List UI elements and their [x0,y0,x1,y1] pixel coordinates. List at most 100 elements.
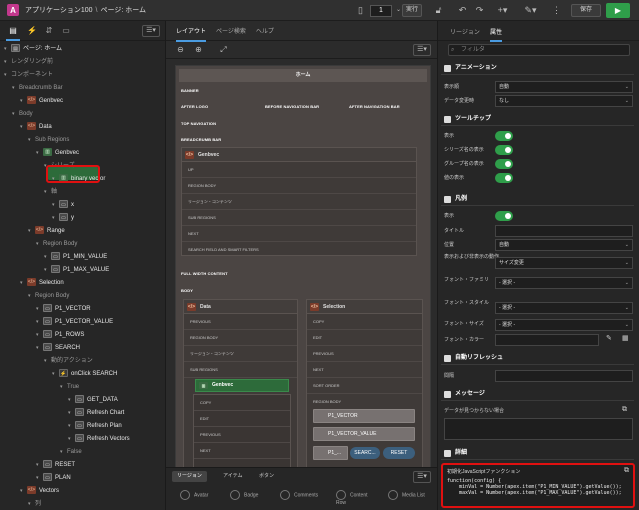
legend-show-toggle[interactable] [495,211,513,221]
expand-icon[interactable]: ▾ [68,420,75,433]
tree-node[interactable]: ▾ </> Range [28,225,65,238]
tab-layout[interactable]: レイアウト [176,26,207,42]
property-filter-input[interactable]: ⌕ フィルタ [448,44,630,56]
tooltip-show-toggle[interactable] [495,131,513,141]
section-autorefresh[interactable]: 自動リフレッシュ [441,352,634,365]
expand-icon[interactable]: ▾ [44,264,51,277]
section-animation[interactable]: アニメーション [441,62,634,75]
expand-icon[interactable]: ▾ [60,381,67,394]
tree-node[interactable]: ▾ ▭ y [52,212,74,225]
tooltip-value-toggle[interactable] [495,173,513,183]
tree-node[interactable]: ▾ ▭ P1_VECTOR [36,303,91,316]
dynamic-actions-tab-icon[interactable]: ⚡ [27,26,37,36]
tree-node[interactable]: ▾ ▤ ページ: ホーム [4,43,62,56]
tree-node[interactable]: ▾ </> Genbvec [20,95,63,108]
app-name[interactable]: アプリケーション100 [25,7,93,14]
expand-icon[interactable]: ▾ [36,459,43,472]
expand-icon[interactable]: ▾ [20,485,27,498]
tree-node[interactable]: ▾ ▭ Refresh Plan [68,420,122,433]
component-avatar[interactable]: Avatar [180,490,208,500]
tree-node[interactable]: ▾ ▭ P1_MAX_VALUE [44,264,109,277]
expand-editor-icon[interactable]: ⧉ [622,406,627,414]
tree-node[interactable]: ▾ Sub Regions [28,134,69,147]
expand-icon[interactable]: ▾ [4,43,11,56]
expand-icon[interactable]: ▾ [36,147,43,160]
item-p1-vector[interactable]: P1_VECTOR [313,409,415,423]
expand-icon[interactable]: ▾ [12,108,19,121]
expand-icon[interactable]: ▾ [52,199,59,212]
region-genbvec-breadcrumb[interactable]: </> Genbvec UP REGION BODY リージョン・コンテンツ SU… [181,147,417,256]
expand-icon[interactable]: ▾ [60,446,67,459]
expand-icon[interactable]: ▾ [36,329,43,342]
expand-icon[interactable]: ▾ [4,69,11,82]
component-badge[interactable]: Badge [230,490,258,500]
button-search[interactable]: SEARC... [350,447,380,459]
tab-help[interactable]: ヘルプ [256,26,274,35]
expand-icon[interactable]: ▾ [28,134,35,147]
button-reset[interactable]: RESET [383,447,415,459]
tab-region[interactable]: リージョン [450,27,480,36]
init-js-code[interactable]: function(config) { minVal = Number(apex.… [443,478,633,496]
gallery-tab-buttons[interactable]: ボタン [254,471,279,482]
tree-node[interactable]: ▾ False [60,446,82,459]
expand-icon[interactable]: ▾ [36,316,43,329]
item-p1-rows[interactable]: P1_... [313,446,348,460]
wrench-icon[interactable]: ✎▾ [524,4,537,17]
expand-icon[interactable]: ▾ [20,95,27,108]
expand-icon[interactable]: ▾ [68,394,75,407]
component-comments[interactable]: Comments [280,490,318,500]
tab-page-search[interactable]: ページ検索 [216,26,246,35]
legend-hide-select[interactable]: サイズ変更 ⌄ [495,257,633,269]
zoom-in-icon[interactable]: ⊕ [194,45,203,54]
tree-node[interactable]: ▾ ▭ Refresh Vectors [68,433,130,446]
expand-icon[interactable]: ▾ [36,238,43,251]
expand-editor-icon[interactable]: ⧉ [624,467,629,475]
expand-icon[interactable]: ▾ [36,342,43,355]
tooltip-series-toggle[interactable] [495,145,513,155]
tree-node[interactable]: ▾ Breadcrumb Bar [12,82,63,95]
expand-icon[interactable]: ▾ [36,303,43,316]
layout-menu-button[interactable]: ☰▾ [413,44,431,56]
palette-icon[interactable]: ▦ [622,334,629,342]
gallery-tab-items[interactable]: アイテム [218,471,248,482]
tree-node[interactable]: ▾ </> Data [20,121,52,134]
tree-node[interactable]: ▾ Region Body [28,290,69,303]
gallery-tab-regions[interactable]: リージョン [172,471,207,482]
expand-icon[interactable]: ▾ [28,225,35,238]
shared-components-tab-icon[interactable]: ▭ [61,26,71,36]
app-badge[interactable]: A [7,4,19,16]
redo-icon[interactable]: ↷ [473,4,486,17]
tree-node[interactable]: ▾ ▭ P1_ROWS [36,329,84,342]
rendering-tab-icon[interactable]: ▤ [6,26,20,41]
undo-icon[interactable]: ↶ [456,4,469,17]
expand-icon[interactable]: ▾ [44,251,51,264]
tree-menu-button[interactable]: ☰▾ [142,25,160,37]
expand-icon[interactable]: ▾ [52,212,59,225]
run-page-button[interactable]: ▶ [606,3,630,18]
display-order-select[interactable]: 自動 ⌄ [495,81,633,93]
page-icon[interactable]: ▯ [354,4,367,17]
more-icon[interactable]: ⋮ [550,4,563,17]
tooltip-group-toggle[interactable] [495,159,513,169]
zoom-out-icon[interactable]: ⊖ [176,45,185,54]
expand-icon[interactable]: ▾ [20,121,27,134]
legend-title-input[interactable] [495,225,633,237]
section-tooltip[interactable]: ツールチップ [441,113,634,126]
processing-tab-icon[interactable]: ⇵ [44,26,54,36]
font-color-input[interactable] [495,334,599,346]
tree-node[interactable]: ▾ </> Selection [20,277,64,290]
expand-icon[interactable]: ▾ [28,498,35,510]
tree-node[interactable]: ▾ ▭ P1_VECTOR_VALUE [36,316,113,329]
section-detail[interactable]: 詳細 [441,447,634,460]
tree-node[interactable]: ▾ ▭ Refresh Chart [68,407,124,420]
tree-node[interactable]: ▾ ▥ Genbvec [36,147,79,160]
component-media-list[interactable]: Media List [388,490,425,500]
item-p1-vector-value[interactable]: P1_VECTOR_VALUE [313,427,415,441]
color-picker-icon[interactable]: ✎ [606,334,612,342]
section-message[interactable]: メッセージ [441,388,634,401]
tree-node[interactable]: ▾ ⚡ onClick SEARCH [52,368,117,381]
tree-node[interactable]: ▾ ▭ RESET [36,459,75,472]
font-family-select[interactable]: - 選択 - ⌄ [495,277,633,289]
font-style-select[interactable]: - 選択 - ⌄ [495,302,633,314]
chart-region-genbvec[interactable]: ▥ Genbvec [195,379,289,392]
